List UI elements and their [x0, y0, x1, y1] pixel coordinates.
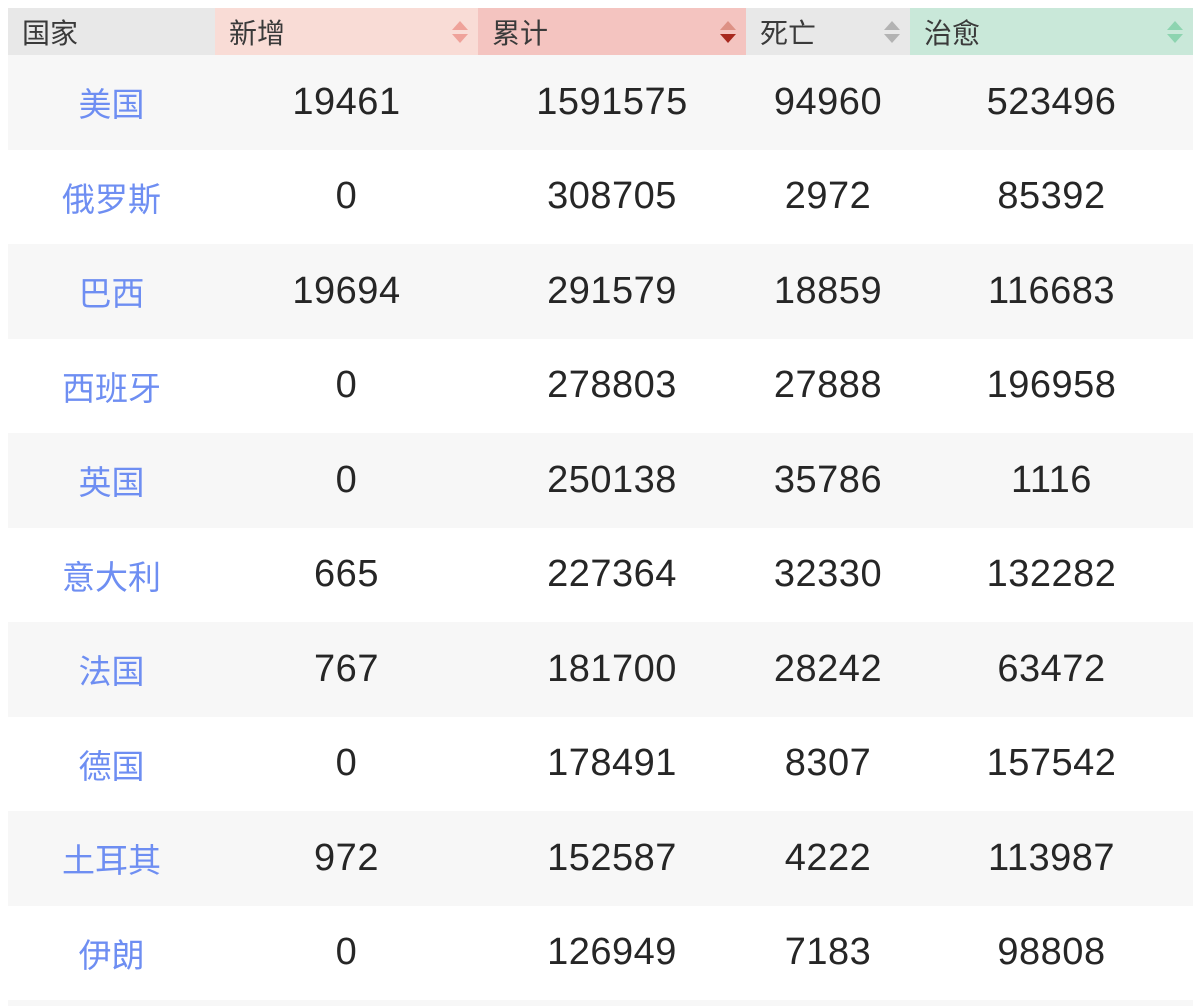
cell-new: 19694	[292, 269, 401, 312]
cell-new: 0	[335, 175, 358, 218]
cell-deaths: 28242	[773, 647, 883, 690]
cell-total: 126949	[547, 931, 677, 974]
cell-deaths: 4222	[784, 836, 872, 879]
header-cell-new[interactable]: 新增	[215, 8, 478, 55]
column-label-recovered: 治愈	[924, 17, 981, 49]
cell-total: 308705	[547, 175, 677, 218]
cell-new: 0	[335, 458, 358, 501]
column-label-total: 累计	[492, 17, 549, 49]
sort-carets-total-active-desc[interactable]	[720, 20, 736, 43]
cell-recovered: 113987	[988, 836, 1115, 879]
table-header: 国家 新增 累计 死亡 治愈	[8, 8, 1193, 55]
caret-down-icon	[452, 33, 468, 43]
cell-deaths: 2972	[784, 175, 872, 218]
table-row: 巴西 19694 291579 18859 116683	[8, 244, 1193, 339]
cell-new: 19461	[292, 80, 401, 123]
country-link[interactable]: 法国	[79, 653, 145, 690]
caret-down-icon	[884, 33, 900, 43]
country-link[interactable]: 俄罗斯	[62, 181, 161, 218]
country-link[interactable]: 西班牙	[62, 370, 161, 407]
cell-total: 250138	[547, 458, 677, 501]
cell-deaths: 27888	[773, 364, 883, 407]
cell-deaths: 35786	[773, 458, 883, 501]
table-row: 意大利 665 227364 32330 132282	[8, 527, 1193, 622]
cell-new: 0	[335, 742, 358, 785]
caret-up-icon	[1167, 20, 1183, 30]
column-label-new: 新增	[229, 17, 286, 49]
sort-carets-deaths[interactable]	[884, 20, 900, 43]
cell-total: 178491	[547, 742, 677, 785]
cell-new: 0	[335, 364, 358, 407]
cell-total: 152587	[547, 836, 677, 879]
table-row: 英国 0 250138 35786 1116	[8, 433, 1193, 528]
table-row: 美国 19461 1591575 94960 523496	[8, 55, 1193, 150]
table-row: 土耳其 972 152587 4222 113987	[8, 811, 1193, 906]
table-row: 德国 0 178491 8307 157542	[8, 716, 1193, 811]
cell-recovered: 116683	[988, 269, 1115, 312]
table-row: 俄罗斯 0 308705 2972 85392	[8, 149, 1193, 244]
cell-recovered: 98808	[997, 931, 1106, 974]
country-link[interactable]: 土耳其	[62, 842, 161, 879]
cell-deaths: 7183	[784, 931, 872, 974]
sort-carets-recovered[interactable]	[1167, 20, 1183, 43]
header-cell-total[interactable]: 累计	[478, 8, 746, 55]
caret-down-icon	[1167, 33, 1183, 43]
cell-recovered: 523496	[986, 80, 1117, 123]
country-link[interactable]: 英国	[79, 464, 145, 501]
header-cell-country: 国家	[8, 8, 215, 55]
sort-carets-new[interactable]	[452, 20, 468, 43]
cell-deaths: 94960	[773, 80, 883, 123]
country-link[interactable]: 伊朗	[79, 937, 145, 974]
header-cell-deaths[interactable]: 死亡	[746, 8, 910, 55]
column-label-country: 国家	[22, 17, 79, 49]
cell-recovered: 85392	[997, 175, 1106, 218]
clipped-next-row	[8, 1000, 1193, 1006]
country-link[interactable]: 意大利	[62, 559, 161, 596]
country-link[interactable]: 巴西	[79, 275, 145, 312]
caret-up-icon	[720, 20, 736, 30]
cell-deaths: 32330	[773, 553, 883, 596]
table-row: 伊朗 0 126949 7183 98808	[8, 905, 1193, 1000]
caret-down-icon	[720, 33, 736, 43]
cell-recovered: 1116	[1011, 458, 1092, 501]
cell-total: 291579	[547, 269, 677, 312]
country-stats-table: 国家 新增 累计 死亡 治愈 美国 19461 1591575 94960 52…	[8, 8, 1193, 1006]
cell-new: 767	[314, 647, 379, 690]
cell-new: 972	[314, 836, 379, 879]
column-label-deaths: 死亡	[760, 17, 817, 49]
cell-recovered: 132282	[986, 553, 1117, 596]
header-cell-recovered[interactable]: 治愈	[910, 8, 1193, 55]
cell-recovered: 63472	[997, 647, 1106, 690]
cell-recovered: 196958	[986, 364, 1117, 407]
cell-recovered: 157542	[986, 742, 1117, 785]
country-link[interactable]: 美国	[79, 86, 145, 123]
caret-up-icon	[884, 20, 900, 30]
country-link[interactable]: 德国	[79, 748, 145, 785]
cell-deaths: 8307	[784, 742, 872, 785]
cell-total: 1591575	[536, 80, 688, 123]
cell-deaths: 18859	[773, 269, 883, 312]
cell-total: 278803	[547, 364, 677, 407]
cell-new: 0	[335, 931, 358, 974]
caret-up-icon	[452, 20, 468, 30]
cell-total: 181700	[547, 647, 677, 690]
cell-total: 227364	[547, 553, 677, 596]
table-row: 法国 767 181700 28242 63472	[8, 622, 1193, 717]
table-row: 西班牙 0 278803 27888 196958	[8, 338, 1193, 433]
cell-new: 665	[314, 553, 379, 596]
